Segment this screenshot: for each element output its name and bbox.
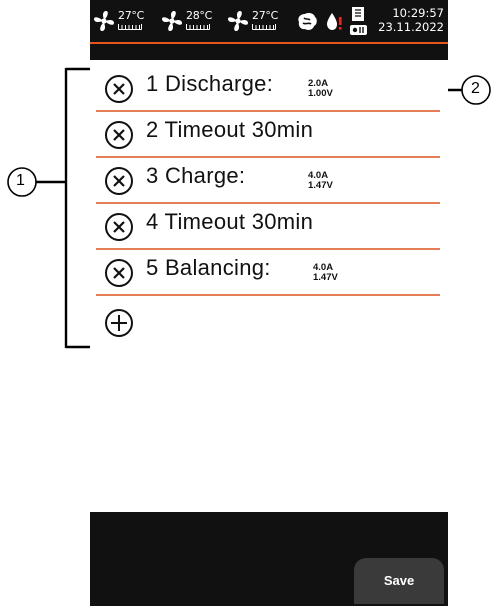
callout-2-label: 2 <box>471 80 480 97</box>
step-values: 4.0A 1.47V <box>308 171 333 191</box>
add-step-icon[interactable] <box>104 308 134 338</box>
remove-step-icon[interactable] <box>104 166 134 196</box>
step-label: 1 Discharge: <box>146 71 274 96</box>
remove-step-icon[interactable] <box>104 258 134 288</box>
step-label: 3 Charge: <box>146 163 246 188</box>
fan-icon <box>228 11 248 31</box>
voltage-value: 1.47V <box>308 180 333 191</box>
time-label: 10:29:57 <box>392 6 444 20</box>
battery-status-icon <box>350 7 367 35</box>
step-row-5: 5 Balancing: 4.0A 1.47V <box>96 250 440 296</box>
step-row-4: 4 Timeout 30min <box>96 204 440 250</box>
device-screen: 27°C 28°C 27°C 10:29:57 23.11.2022 1 Dis… <box>90 0 448 606</box>
brain-icon <box>298 13 317 30</box>
fan-status-2: 28°C <box>160 9 218 35</box>
program-list: 1 Discharge: 2.0A 1.00V 2 Timeout 30min … <box>90 60 448 512</box>
callout-1-label: 1 <box>16 172 25 189</box>
clock: 10:29:57 23.11.2022 <box>378 6 444 34</box>
remove-step-icon[interactable] <box>104 212 134 242</box>
step-values: 4.0A 1.47V <box>313 263 338 283</box>
title-band <box>90 44 448 60</box>
date-label: 23.11.2022 <box>378 20 444 34</box>
step-label: 2 Timeout 30min <box>146 117 314 142</box>
temp-gauge <box>186 24 210 30</box>
step-row-3: 3 Charge: 4.0A 1.47V <box>96 158 440 204</box>
voltage-value: 1.47V <box>313 272 338 283</box>
voltage-value: 1.00V <box>308 88 333 99</box>
status-bar: 27°C 28°C 27°C 10:29:57 23.11.2022 <box>90 0 448 44</box>
step-values: 2.0A 1.00V <box>308 79 333 99</box>
step-row-1: 1 Discharge: 2.0A 1.00V <box>96 66 440 112</box>
fan-icon <box>94 11 114 31</box>
bottom-bar: Save <box>90 512 448 606</box>
fan-temp: 27°C <box>252 9 278 22</box>
fan-status-1: 27°C <box>92 9 150 35</box>
save-button[interactable]: Save <box>354 558 444 604</box>
fan-status-3: 27°C <box>226 9 284 35</box>
drop-alert-icon <box>327 13 342 30</box>
fan-temp: 27°C <box>118 9 144 22</box>
step-label: 5 Balancing: <box>146 255 271 280</box>
temp-gauge <box>118 24 142 30</box>
step-row-2: 2 Timeout 30min <box>96 112 440 158</box>
callout-bracket <box>7 67 92 349</box>
remove-step-icon[interactable] <box>104 74 134 104</box>
step-label: 4 Timeout 30min <box>146 209 314 234</box>
remove-step-icon[interactable] <box>104 120 134 150</box>
fan-temp: 28°C <box>186 9 212 22</box>
fan-icon <box>162 11 182 31</box>
temp-gauge <box>252 24 276 30</box>
